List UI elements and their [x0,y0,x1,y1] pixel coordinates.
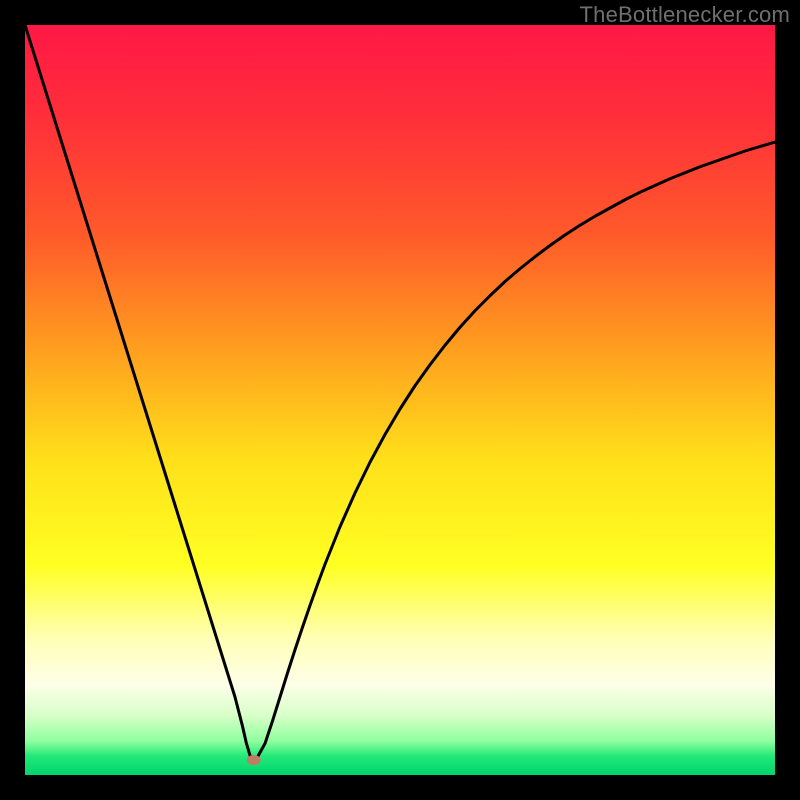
gradient-background [25,25,775,775]
chart-frame: TheBottlenecker.com [0,0,800,800]
plot-area [25,25,775,775]
watermark-label: TheBottlenecker.com [580,2,790,28]
minimum-marker [247,755,261,765]
bottleneck-chart [25,25,775,775]
